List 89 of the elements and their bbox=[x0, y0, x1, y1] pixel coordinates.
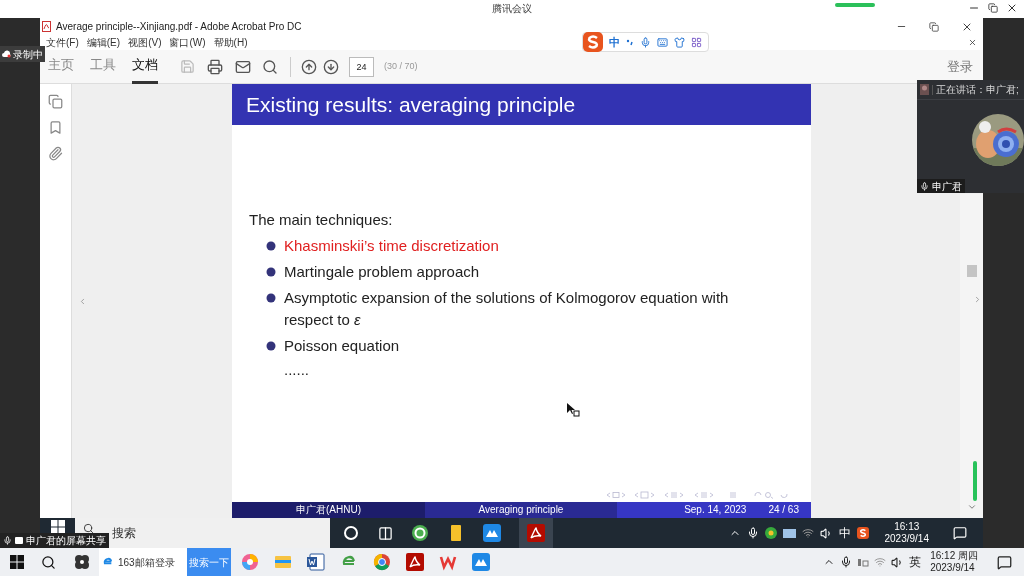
microphone-icon[interactable] bbox=[840, 556, 853, 568]
input-mode[interactable]: 英 bbox=[909, 553, 922, 571]
search-placeholder: 搜索 bbox=[112, 525, 136, 542]
search-icon[interactable] bbox=[262, 58, 278, 75]
menu-item[interactable]: 编辑(E) bbox=[86, 36, 121, 49]
tray-app-icon[interactable] bbox=[764, 527, 777, 539]
bullet-icon bbox=[266, 241, 276, 251]
clock-date[interactable]: 2023/9/14 bbox=[884, 533, 929, 545]
folder-icon[interactable] bbox=[274, 553, 292, 571]
network-icon[interactable] bbox=[857, 557, 870, 567]
task-view-icon[interactable] bbox=[378, 525, 393, 541]
input-mode[interactable]: 中 bbox=[838, 524, 851, 542]
browser-icon[interactable] bbox=[411, 524, 429, 542]
page-number-field[interactable]: 24 bbox=[349, 56, 374, 77]
footer-page-number: 24 / 63 bbox=[768, 503, 799, 517]
pages-icon[interactable] bbox=[48, 94, 63, 109]
clock-time[interactable]: 16:13 bbox=[894, 521, 920, 533]
pdf-app-icon[interactable] bbox=[527, 524, 545, 542]
clock-date[interactable]: 2023/9/14 bbox=[930, 562, 978, 574]
cortana-icon[interactable] bbox=[342, 524, 360, 542]
cloud-app-icon[interactable] bbox=[472, 553, 490, 571]
notification-icon[interactable] bbox=[997, 554, 1012, 570]
bullet-text: Khasminskii’s time discretization bbox=[284, 236, 500, 256]
menu-item[interactable]: 文件(F) bbox=[46, 36, 79, 49]
browser-tab[interactable]: 163邮箱登录 bbox=[99, 548, 187, 576]
menu-item[interactable]: 视图(V) bbox=[128, 36, 162, 49]
window-title: 腾讯会议 bbox=[492, 3, 532, 15]
speaking-status: 正在讲话：申广君; bbox=[936, 83, 1019, 97]
battery-icon[interactable] bbox=[782, 528, 796, 538]
fan-icon[interactable] bbox=[73, 553, 91, 571]
grid-icon[interactable] bbox=[691, 36, 702, 48]
active-app-tile[interactable] bbox=[519, 518, 553, 548]
color-wheel-icon[interactable] bbox=[241, 553, 259, 571]
slide-text: The main techniques: bbox=[249, 210, 394, 230]
bullet-icon bbox=[266, 341, 276, 351]
page-count: (30 / 70) bbox=[384, 59, 418, 73]
tab[interactable]: 主页 bbox=[48, 49, 74, 84]
cloud-app-icon[interactable] bbox=[483, 524, 501, 542]
recording-badge: 录制中 bbox=[0, 46, 45, 62]
input-mode[interactable]: 中 bbox=[609, 33, 620, 51]
menu-item[interactable]: 窗口(W) bbox=[169, 36, 206, 49]
screen-share-tooltip: 申广君的屏幕共享 bbox=[0, 533, 109, 548]
slide-text: ...... bbox=[284, 360, 310, 380]
participant-label: 申广君 bbox=[917, 179, 965, 193]
footer-title: Averaging principle bbox=[478, 503, 564, 517]
screen-icon bbox=[15, 537, 23, 544]
paperclip-icon[interactable] bbox=[48, 146, 63, 161]
shirt-icon[interactable] bbox=[674, 36, 685, 48]
mail-icon[interactable] bbox=[235, 58, 251, 75]
search-icon bbox=[83, 522, 94, 534]
menu-item[interactable]: 帮助(H) bbox=[213, 36, 248, 49]
bullet-icon bbox=[266, 293, 276, 303]
restore-button[interactable] bbox=[929, 21, 939, 32]
volume-icon[interactable] bbox=[819, 526, 833, 540]
arrow-up-icon[interactable] bbox=[301, 58, 317, 75]
print-icon[interactable] bbox=[207, 58, 223, 75]
slide-title: Existing results: averaging principle bbox=[246, 91, 576, 118]
footer-author: 申广君(AHNU) bbox=[296, 503, 361, 517]
close-button[interactable] bbox=[968, 38, 977, 47]
footer-date: Sep. 14, 2023 bbox=[684, 503, 747, 517]
microphone-icon bbox=[920, 181, 929, 191]
bullet-text: Martingale problem approach bbox=[284, 262, 481, 282]
scroll-thumb[interactable] bbox=[966, 265, 977, 277]
microphone-icon bbox=[3, 536, 12, 545]
restore-button[interactable] bbox=[988, 3, 998, 13]
document-icon[interactable] bbox=[307, 553, 325, 571]
bookmark-icon[interactable] bbox=[48, 120, 63, 135]
tab[interactable]: 工具 bbox=[90, 49, 116, 84]
cloud-icon bbox=[2, 50, 11, 58]
keyboard-icon[interactable] bbox=[657, 36, 668, 48]
bullet-text: Asymptotic expansion of the solutions of Kolmogorov equation with respect to ε bbox=[284, 288, 730, 330]
close-button[interactable] bbox=[1006, 2, 1018, 14]
cursor-icon bbox=[566, 402, 580, 418]
windows-icon[interactable] bbox=[50, 520, 65, 534]
punctuation-icon[interactable] bbox=[626, 38, 634, 46]
bullet-text: Poisson equation bbox=[284, 336, 401, 356]
login-link[interactable]: 登录 bbox=[947, 56, 973, 77]
microphone-icon[interactable] bbox=[746, 527, 759, 539]
bullet-icon bbox=[266, 267, 276, 277]
clock-time[interactable]: 16:12 周四 bbox=[930, 550, 978, 562]
pdf-app-icon[interactable] bbox=[406, 553, 424, 571]
search-icon[interactable] bbox=[41, 554, 56, 570]
arrow-down-icon[interactable] bbox=[323, 58, 339, 75]
globe-icon[interactable] bbox=[373, 553, 391, 571]
logo-icon[interactable] bbox=[856, 527, 869, 539]
window-title: Average principle--Xinjiang.pdf - Adobe Acrobat Pro DC bbox=[56, 20, 302, 34]
wifi-icon[interactable] bbox=[801, 527, 814, 539]
progress-icon bbox=[835, 3, 875, 7]
volume-bar bbox=[973, 461, 977, 501]
